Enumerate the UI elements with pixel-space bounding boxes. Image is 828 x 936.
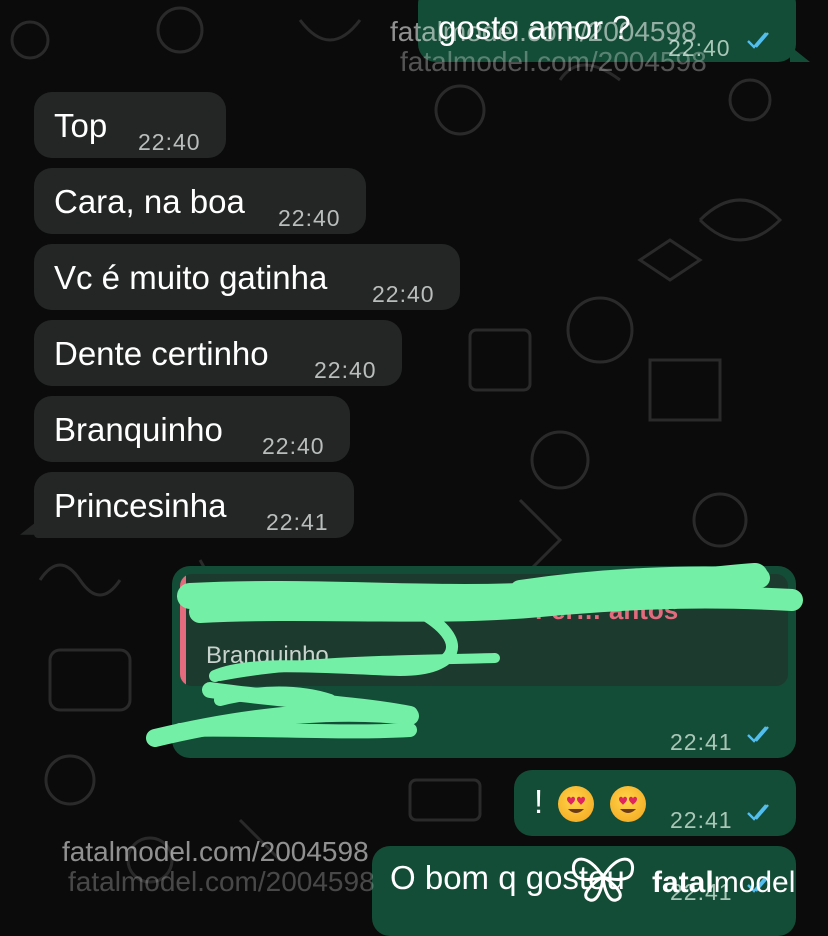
message-text: ! (534, 783, 646, 823)
incoming-message[interactable]: Cara, na boa 22:40 (34, 168, 366, 234)
outgoing-reply-message[interactable]: ~Fer… antos Branquinho 22:41 (172, 566, 796, 758)
message-text: Dente certinho (54, 335, 269, 372)
outgoing-message[interactable]: ! 22:41 (514, 770, 796, 836)
message-time: 22:40 (138, 129, 201, 155)
incoming-message[interactable]: Dente certinho 22:40 (34, 320, 402, 386)
message-time: 22:40 (278, 205, 341, 231)
quote-accent-bar (180, 574, 186, 686)
watermark-text: fatalmodel.com/2004598 (400, 46, 707, 77)
message-text: Vc é muito gatinha (54, 259, 328, 296)
message-text: Branquinho (54, 411, 223, 448)
bubble-tail (790, 46, 810, 62)
message-time: 22:41 (670, 729, 733, 755)
brand-suffix: model (713, 866, 796, 899)
watermark-text: fatalmodel.com/2004598 (390, 16, 697, 47)
incoming-message[interactable]: Top 22:40 (34, 92, 226, 158)
double-check-icon (747, 32, 769, 49)
quoted-sender-name: ~Fer… antos (520, 595, 679, 625)
incoming-message[interactable]: Vc é muito gatinha 22:40 (34, 244, 460, 310)
incoming-message[interactable]: Princesinha 22:41 (34, 472, 354, 538)
message-text: Princesinha (54, 487, 227, 524)
message-time: 22:41 (266, 509, 329, 535)
incoming-message[interactable]: Branquinho 22:40 (34, 396, 350, 462)
message-punctuation: ! (534, 783, 544, 820)
quoted-text: Branquinho (206, 642, 329, 669)
double-check-icon (747, 726, 769, 743)
message-time: 22:40 (314, 357, 377, 383)
bubble-tail (20, 522, 36, 535)
watermark-text: fatalmodel.com/2004598 (62, 836, 369, 867)
butterfly-icon (571, 857, 635, 902)
message-time: 22:40 (262, 433, 325, 459)
message-time: 22:40 (372, 281, 435, 307)
message-time: 22:41 (670, 807, 733, 833)
smiling-face-with-heart-eyes-icon (609, 786, 646, 823)
watermark-text: fatalmodel.com/2004598 (68, 866, 375, 897)
message-text: Cara, na boa (54, 183, 245, 220)
smiling-face-with-heart-eyes-icon (558, 786, 595, 823)
brand-prefix: fatal (652, 866, 714, 899)
message-text: Top (54, 107, 108, 144)
double-check-icon (747, 804, 769, 821)
quoted-message[interactable]: ~Fer… antos Branquinho (180, 574, 788, 686)
brand-logo-text: fatalmodel (652, 866, 795, 900)
